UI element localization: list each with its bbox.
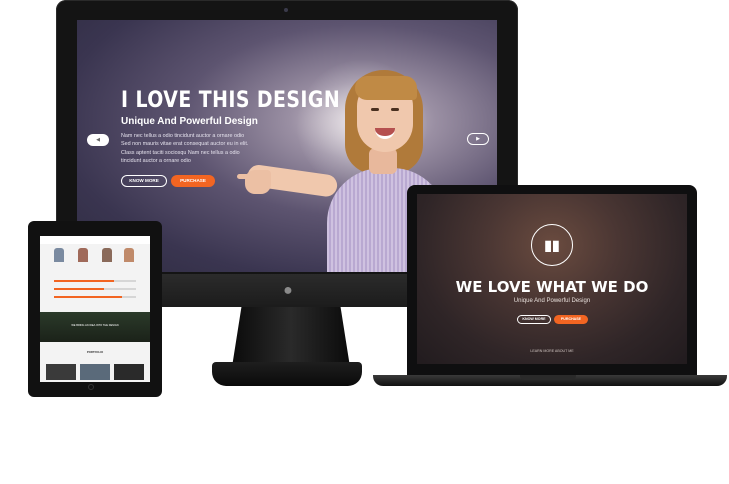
tablet-topbar [40, 236, 150, 244]
camera-icon [284, 8, 288, 12]
monitor-stand-neck [232, 307, 350, 367]
portfolio-thumb[interactable] [80, 364, 110, 380]
know-more-button[interactable]: KNOW MORE [121, 175, 167, 187]
monitor-stand-base [212, 362, 362, 386]
team-photo [124, 248, 134, 262]
tablet-banner-text: WE BRING AN IDEA INTO THE DESIGN [71, 324, 119, 327]
laptop-scroll-hint[interactable]: LEARN MORE ABOUT ME [417, 349, 687, 353]
purchase-button[interactable]: PURCHASE [171, 175, 215, 187]
hero-title: I LOVE THIS DESIGN [121, 88, 341, 113]
brand-logo-icon: ▮▮ [544, 237, 560, 253]
laptop-know-more-button[interactable]: KNOW MORE [517, 315, 551, 324]
hero-body-text: Nam nec tellus a odio tincidunt auctor a… [121, 132, 271, 166]
tablet-home-button[interactable] [88, 384, 94, 390]
hero-body-line: Class aptent taciti sociosqu Nam nec tel… [121, 149, 240, 156]
tablet-screen: WE BRING AN IDEA INTO THE DESIGN PORTFOL… [40, 236, 150, 382]
woman-eye-right [391, 108, 399, 111]
portfolio-thumb[interactable] [46, 364, 76, 380]
laptop-hero-title: WE LOVE WHAT WE DO [455, 278, 649, 296]
hero-body-line: tincidunt auctor a ornare odio [121, 158, 191, 165]
hero-body-line: Nam nec tellus a odio tincidunt auctor a… [121, 133, 245, 139]
woman-eye-left [371, 108, 379, 111]
hero-body-line: Sed non mauris vitae erat consequat auct… [121, 141, 249, 148]
skill-bar-fill [54, 296, 122, 298]
team-photo [102, 248, 112, 262]
tablet-banner [40, 312, 150, 342]
laptop-notch [520, 375, 576, 380]
pointing-finger [237, 174, 255, 179]
slider-next-button[interactable]: ▶ [467, 133, 489, 145]
skill-bar-fill [54, 280, 114, 282]
chevron-right-icon: ▶ [476, 136, 480, 142]
portfolio-thumb[interactable] [114, 364, 144, 380]
slider-prev-button[interactable]: ◀ [87, 134, 109, 146]
skill-bar-fill [54, 288, 104, 290]
tablet-section-title: PORTFOLIO [86, 350, 104, 354]
laptop-screen: ▮▮ WE LOVE WHAT WE DO Unique And Powerfu… [417, 194, 687, 364]
chevron-left-icon: ◀ [96, 137, 100, 143]
laptop-purchase-button[interactable]: PURCHASE [554, 315, 588, 324]
woman-bangs [355, 76, 417, 100]
hero-subtitle: Unique And Powerful Design [121, 116, 258, 127]
team-photo [78, 248, 88, 262]
laptop-hero-subtitle: Unique And Powerful Design [513, 298, 591, 304]
team-photo [54, 248, 64, 262]
apple-logo-icon: ● [283, 282, 293, 299]
